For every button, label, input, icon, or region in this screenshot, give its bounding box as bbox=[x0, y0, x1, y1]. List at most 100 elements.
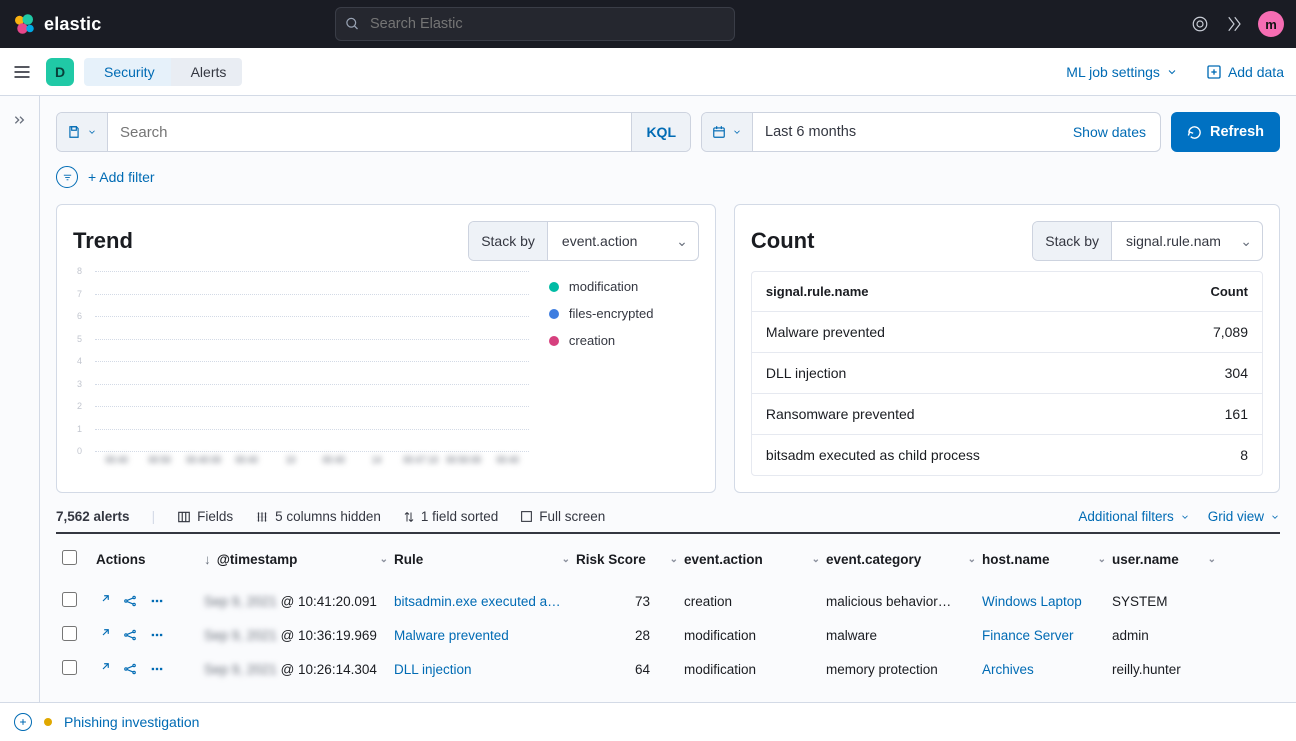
trend-chart: 012345678 00:4000:5000:40:0000:401000:40… bbox=[73, 271, 529, 471]
table-row: Sep 9, 2021 @ 10:41:20.091bitsadmin.exe … bbox=[56, 584, 1280, 618]
date-quick-menu[interactable] bbox=[702, 113, 753, 151]
global-search-input[interactable] bbox=[335, 7, 735, 41]
show-dates-toggle[interactable]: Show dates bbox=[1059, 113, 1160, 151]
global-header: elastic m bbox=[0, 0, 1296, 48]
cell-timestamp: Sep 9, 2021 @ 10:36:19.969 bbox=[198, 620, 388, 651]
eye-off-icon bbox=[255, 510, 269, 524]
user-avatar[interactable]: m bbox=[1258, 11, 1284, 37]
saved-query-menu[interactable] bbox=[57, 113, 108, 151]
refresh-icon bbox=[1187, 125, 1202, 140]
row-checkbox[interactable] bbox=[62, 660, 77, 675]
cell-host[interactable]: Windows Laptop bbox=[976, 586, 1106, 617]
col-timestamp[interactable]: ↓@timestamp⌄ bbox=[198, 544, 388, 575]
crumb-security[interactable]: Security bbox=[84, 58, 171, 86]
row-checkbox[interactable] bbox=[62, 626, 77, 641]
query-input-group: KQL bbox=[56, 112, 691, 152]
cell-action: modification bbox=[678, 620, 820, 651]
cell-risk: 64 bbox=[570, 654, 678, 685]
alerts-grid: Actions ↓@timestamp⌄ Rule⌄ Risk Score⌄ e… bbox=[56, 532, 1280, 686]
col-event-category[interactable]: event.category⌄ bbox=[820, 544, 976, 575]
chart-legend: modification files-encrypted creation bbox=[549, 271, 699, 471]
additional-filters[interactable]: Additional filters bbox=[1078, 509, 1189, 524]
newsfeed-icon[interactable] bbox=[1190, 14, 1210, 34]
count-panel: Count Stack by signal.rule.nam⌄ signal.r… bbox=[734, 204, 1280, 493]
cell-category: malicious behavior… bbox=[820, 586, 976, 617]
timeline-name[interactable]: Phishing investigation bbox=[64, 714, 199, 730]
fullscreen-button[interactable]: Full screen bbox=[520, 509, 605, 524]
fields-button[interactable]: Fields bbox=[177, 509, 233, 524]
more-icon[interactable] bbox=[150, 628, 164, 642]
add-filter-button[interactable]: + Add filter bbox=[88, 169, 155, 185]
cell-rule[interactable]: DLL injection bbox=[388, 654, 570, 685]
expand-icon[interactable] bbox=[96, 628, 110, 642]
sort-icon bbox=[403, 510, 415, 524]
crumb-alerts: Alerts bbox=[171, 58, 243, 86]
count-row[interactable]: bitsadm executed as child process8 bbox=[752, 435, 1262, 475]
legend-item[interactable]: modification bbox=[549, 279, 699, 294]
add-timeline-button[interactable] bbox=[14, 713, 32, 731]
legend-item[interactable]: creation bbox=[549, 333, 699, 348]
expand-icon[interactable] bbox=[96, 662, 110, 676]
cell-category: memory protection bbox=[820, 654, 976, 685]
analyze-icon[interactable] bbox=[122, 594, 138, 608]
col-host[interactable]: host.name⌄ bbox=[976, 544, 1106, 575]
date-range-display[interactable]: Last 6 months bbox=[753, 113, 1059, 151]
cell-user: admin bbox=[1106, 620, 1216, 651]
sort-button[interactable]: 1 field sorted bbox=[403, 509, 498, 524]
collapsed-rail bbox=[0, 96, 40, 702]
cell-user: SYSTEM bbox=[1106, 586, 1216, 617]
hidden-columns-button[interactable]: 5 columns hidden bbox=[255, 509, 381, 524]
trend-stack-select[interactable]: Stack by event.action⌄ bbox=[468, 221, 699, 261]
expand-rail-icon[interactable] bbox=[12, 112, 28, 702]
cell-category: malware bbox=[820, 620, 976, 651]
analyze-icon[interactable] bbox=[122, 628, 138, 642]
trend-title: Trend bbox=[73, 228, 133, 254]
analyze-icon[interactable] bbox=[122, 662, 138, 676]
count-row[interactable]: Malware prevented7,089 bbox=[752, 312, 1262, 353]
row-checkbox[interactable] bbox=[62, 592, 77, 607]
nav-toggle[interactable] bbox=[12, 62, 36, 82]
count-row[interactable]: Ransomware prevented161 bbox=[752, 394, 1262, 435]
chevron-down-icon: ⌄ bbox=[1240, 233, 1252, 250]
add-data-icon bbox=[1206, 64, 1222, 80]
col-user[interactable]: user.name⌄ bbox=[1106, 544, 1216, 575]
brand-text: elastic bbox=[44, 14, 101, 35]
add-data-link[interactable]: Add data bbox=[1206, 64, 1284, 80]
search-icon bbox=[345, 17, 360, 32]
kql-input[interactable] bbox=[108, 113, 631, 151]
timeline-status-dot bbox=[44, 718, 52, 726]
legend-item[interactable]: files-encrypted bbox=[549, 306, 699, 321]
chevron-down-icon bbox=[1166, 66, 1178, 78]
count-stack-select[interactable]: Stack by signal.rule.nam⌄ bbox=[1032, 221, 1263, 261]
grid-view-toggle[interactable]: Grid view bbox=[1208, 509, 1280, 524]
chevron-down-icon bbox=[1180, 512, 1190, 522]
filter-options-icon[interactable] bbox=[56, 166, 78, 188]
cell-user: reilly.hunter bbox=[1106, 654, 1216, 685]
query-bar: KQL Last 6 months Show dates Refresh bbox=[56, 112, 1280, 152]
refresh-button[interactable]: Refresh bbox=[1171, 112, 1280, 152]
date-picker: Last 6 months Show dates bbox=[701, 112, 1161, 152]
cell-rule[interactable]: Malware prevented bbox=[388, 620, 570, 651]
col-rule[interactable]: Rule⌄ bbox=[388, 544, 570, 575]
trend-panel: Trend Stack by event.action⌄ 012345678 0… bbox=[56, 204, 716, 493]
space-selector[interactable]: D bbox=[46, 58, 74, 86]
page-content: KQL Last 6 months Show dates Refresh + A… bbox=[40, 96, 1296, 702]
columns-icon bbox=[177, 510, 191, 524]
cell-rule[interactable]: bitsadmin.exe executed as … bbox=[388, 586, 570, 617]
count-row[interactable]: DLL injection304 bbox=[752, 353, 1262, 394]
alerts-toolbar: 7,562 alerts | Fields 5 columns hidden 1… bbox=[56, 509, 1280, 524]
elastic-logo[interactable]: elastic bbox=[12, 12, 101, 36]
more-icon[interactable] bbox=[150, 594, 164, 608]
help-icon[interactable] bbox=[1224, 14, 1244, 34]
select-all-checkbox[interactable] bbox=[62, 550, 77, 565]
chevron-down-icon bbox=[1270, 512, 1280, 522]
expand-icon[interactable] bbox=[96, 594, 110, 608]
cell-host[interactable]: Finance Server bbox=[976, 620, 1106, 651]
query-language-toggle[interactable]: KQL bbox=[631, 113, 690, 151]
col-risk[interactable]: Risk Score⌄ bbox=[570, 544, 678, 575]
more-icon[interactable] bbox=[150, 662, 164, 676]
ml-job-settings[interactable]: ML job settings bbox=[1066, 64, 1178, 80]
col-event-action[interactable]: event.action⌄ bbox=[678, 544, 820, 575]
cell-host[interactable]: Archives bbox=[976, 654, 1106, 685]
count-col-name: signal.rule.name bbox=[766, 284, 869, 299]
